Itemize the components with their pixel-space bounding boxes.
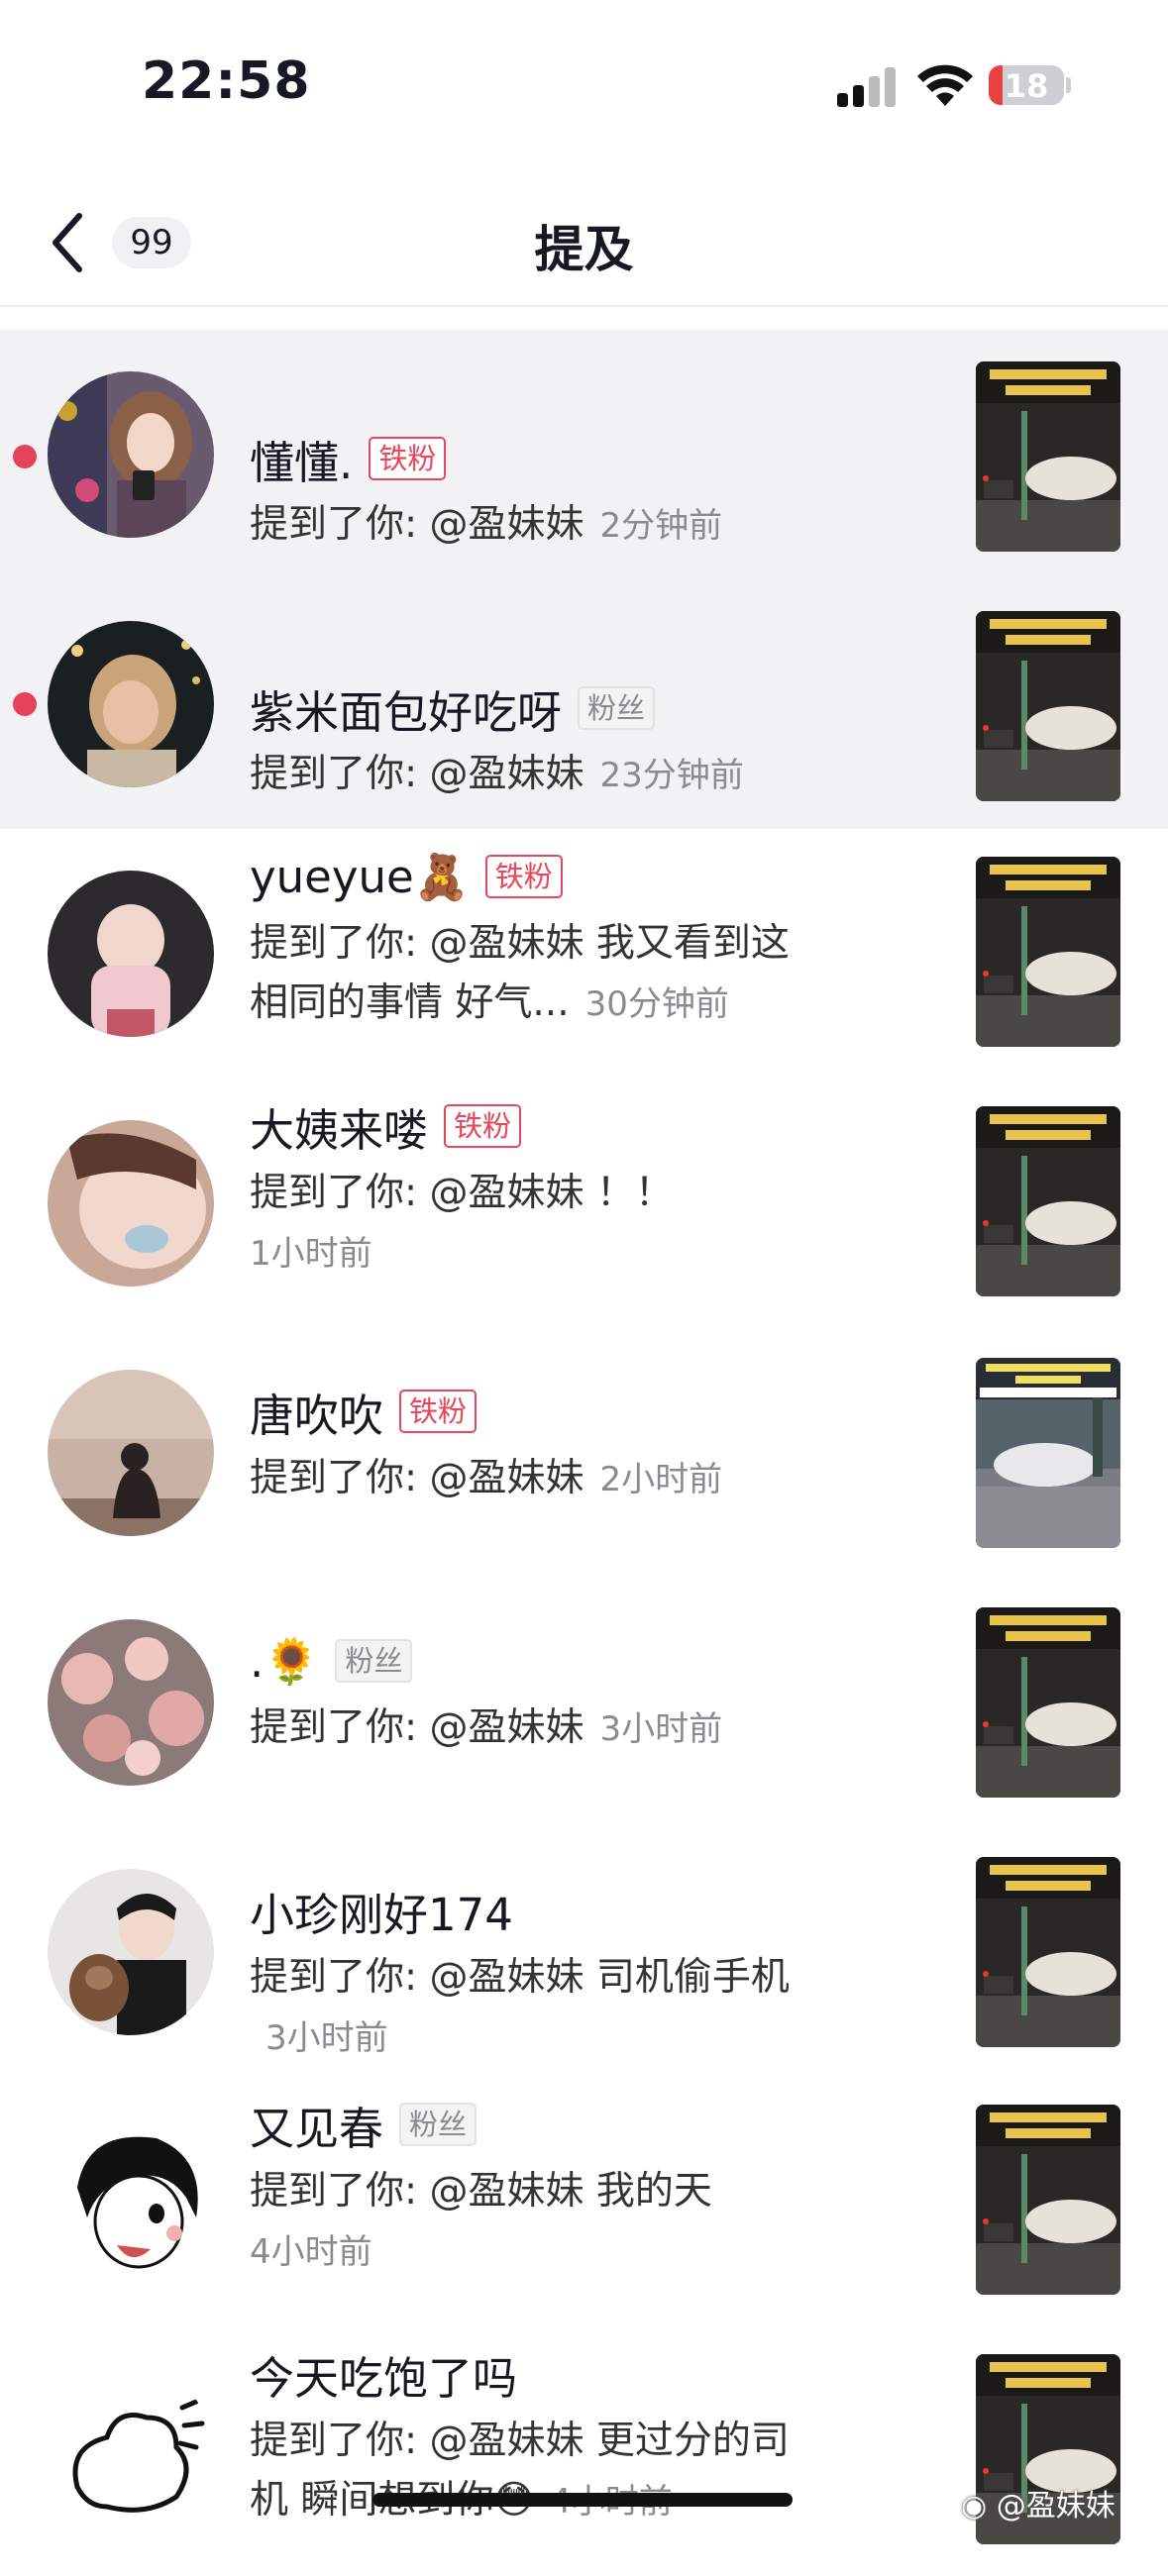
fan-badge: 粉丝	[578, 686, 656, 730]
mention-time: 1小时前	[250, 1234, 372, 1274]
wifi-icon	[917, 64, 973, 106]
mention-time: 3小时前	[599, 1709, 723, 1749]
mention-text: 提到了你: @盈妹妹 司机偷手机 3小时前	[250, 1948, 804, 2068]
user-name[interactable]: 又见春	[250, 2093, 383, 2157]
mention-text: 提到了你: @盈妹妹 我的天 4小时前	[250, 2162, 804, 2282]
mention-text: 提到了你: @盈妹妹 3小时前	[250, 1699, 804, 1759]
mention-time: 2分钟前	[599, 506, 723, 546]
user-name[interactable]: 懂懂.	[250, 427, 353, 491]
video-thumbnail[interactable]	[976, 1857, 1120, 2047]
cellular-signal-icon	[837, 65, 899, 107]
mention-content: 提到了你: @盈妹妹 ！！	[250, 1171, 674, 1215]
avatar[interactable]	[48, 1869, 214, 2035]
mention-time: 23分钟前	[599, 756, 744, 795]
mention-content: 提到了你: @盈妹妹	[250, 1456, 584, 1500]
mention-row[interactable]: 唐吹吹 铁粉 提到了你: @盈妹妹 2小时前	[0, 1328, 1168, 1578]
video-thumbnail[interactable]	[976, 857, 1120, 1047]
avatar[interactable]	[48, 1120, 214, 1287]
mention-content: 提到了你: @盈妹妹	[250, 1705, 584, 1750]
mention-time: 2小时前	[599, 1460, 723, 1499]
mention-row[interactable]: 小珍刚好174 提到了你: @盈妹妹 司机偷手机 3小时前	[0, 1827, 1168, 2077]
fan-badge: 粉丝	[399, 2103, 478, 2146]
video-thumbnail[interactable]	[976, 611, 1120, 801]
user-name[interactable]: 唐吹吹	[250, 1380, 383, 1444]
user-name[interactable]: 小珍刚好174	[250, 1879, 513, 1943]
weibo-logo-icon: ◉	[961, 2489, 997, 2524]
mention-row[interactable]: 又见春 粉丝 提到了你: @盈妹妹 我的天 4小时前	[0, 2077, 1168, 2326]
mention-content: 提到了你: @盈妹妹	[250, 502, 584, 547]
mention-text: 提到了你: @盈妹妹 ！！ 1小时前	[250, 1164, 804, 1284]
video-thumbnail[interactable]	[976, 1106, 1120, 1296]
mention-text: 提到了你: @盈妹妹 23分钟前	[250, 745, 804, 805]
battery-level: 18	[1004, 67, 1049, 105]
mention-row[interactable]: 懂懂. 铁粉 提到了你: @盈妹妹 2分钟前	[0, 330, 1168, 579]
avatar[interactable]	[48, 1619, 214, 1786]
fan-badge: 铁粉	[369, 437, 447, 480]
fan-badge: 粉丝	[335, 1639, 413, 1683]
avatar[interactable]	[48, 371, 214, 538]
unread-dot	[13, 445, 37, 468]
mention-content: 提到了你: @盈妹妹 司机偷手机	[250, 1955, 790, 2000]
mention-time: 3小时前	[265, 2018, 388, 2058]
avatar[interactable]	[48, 2368, 214, 2534]
video-thumbnail[interactable]	[976, 1607, 1120, 1798]
page-title: 提及	[534, 221, 634, 278]
mention-content: 提到了你: @盈妹妹 我的天	[250, 2169, 712, 2214]
video-thumbnail[interactable]	[976, 1358, 1120, 1548]
mention-row[interactable]: 今天吃饱了吗 提到了你: @盈妹妹 更过分的司机 瞬间想到你😳4小时前	[0, 2326, 1168, 2576]
fan-badge: 铁粉	[484, 855, 563, 898]
user-name[interactable]: 紫米面包好吃呀	[250, 676, 562, 741]
avatar[interactable]	[48, 1370, 214, 1536]
weibo-watermark: ◉ @盈妹妹	[961, 2481, 1115, 2524]
fan-badge: 铁粉	[399, 1390, 478, 1433]
watermark-text: @盈妹妹	[996, 2489, 1115, 2524]
avatar[interactable]	[48, 871, 214, 1037]
avatar[interactable]	[48, 2118, 214, 2285]
battery-icon: 18	[989, 65, 1064, 105]
mention-row[interactable]: 大姨来喽 铁粉 提到了你: @盈妹妹 ！！ 1小时前	[0, 1079, 1168, 1328]
mention-time: 4小时前	[250, 2232, 372, 2272]
mention-text: 提到了你: @盈妹妹 2分钟前	[250, 495, 804, 556]
mention-time: 30分钟前	[584, 984, 729, 1024]
mention-row[interactable]: yueyue🧸 铁粉 提到了你: @盈妹妹 我又看到这相同的事情 好气... 30…	[0, 829, 1168, 1079]
mention-content: 提到了你: @盈妹妹 更过分的司机 瞬间想到你😳	[250, 2419, 790, 2523]
fan-badge: 铁粉	[444, 1104, 522, 1148]
status-bar: 22:58 18	[0, 0, 1168, 149]
mention-text: 提到了你: @盈妹妹 我又看到这相同的事情 好气... 30分钟前	[250, 914, 804, 1034]
home-indicator[interactable]	[372, 2493, 793, 2507]
user-name[interactable]: 今天吃饱了吗	[250, 2342, 517, 2407]
mention-row[interactable]: .🌻 粉丝 提到了你: @盈妹妹 3小时前	[0, 1578, 1168, 1827]
nav-bar: 99 提及	[0, 188, 1168, 307]
video-thumbnail[interactable]	[976, 361, 1120, 552]
mention-text: 提到了你: @盈妹妹 更过分的司机 瞬间想到你😳4小时前	[250, 2412, 804, 2531]
video-thumbnail[interactable]	[976, 2105, 1120, 2295]
user-name[interactable]: .🌻	[250, 1635, 319, 1688]
user-name[interactable]: 大姨来喽	[250, 1094, 428, 1159]
unread-dot	[13, 692, 37, 716]
status-time: 22:58	[142, 52, 311, 111]
mention-text: 提到了你: @盈妹妹 2小时前	[250, 1449, 804, 1509]
user-name[interactable]: yueyue🧸	[250, 851, 470, 903]
mention-content: 提到了你: @盈妹妹	[250, 752, 584, 796]
mention-row[interactable]: 紫米面包好吃呀 粉丝 提到了你: @盈妹妹 23分钟前	[0, 579, 1168, 829]
avatar[interactable]	[48, 621, 214, 787]
